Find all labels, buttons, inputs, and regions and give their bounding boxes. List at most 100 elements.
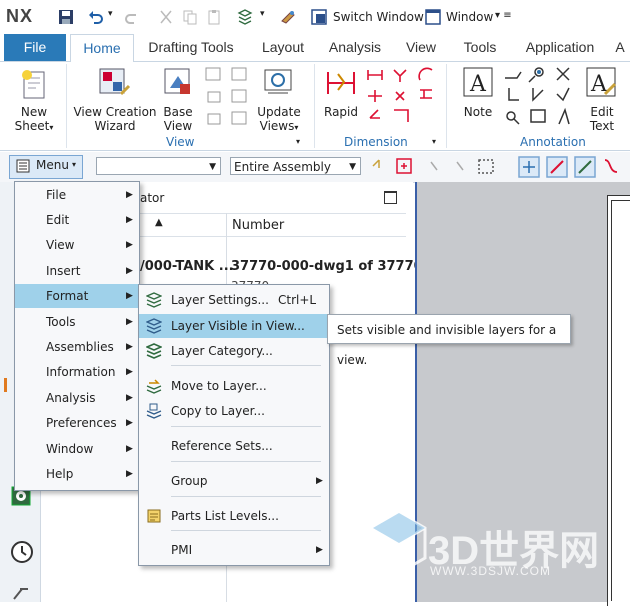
menu-item-file[interactable]: File ▶ [15,183,139,207]
menu-icon [16,159,32,173]
new-sheet-icon[interactable] [18,68,50,100]
base-view-button[interactable]: Base View [160,105,196,133]
menu-item-layer-settings[interactable]: Layer Settings... Ctrl+L [139,288,329,312]
menu-item-analysis[interactable]: Analysis ▶ [15,386,139,410]
rapid-dimension-icon[interactable] [326,70,356,96]
menu-item-parts-list-levels[interactable]: Parts List Levels... [139,504,329,528]
base-view-label-2: View [163,119,193,133]
menu-item-assemblies[interactable]: Assemblies ▶ [15,335,139,359]
menu-separator [171,426,321,427]
tab-layout[interactable]: Layout [254,34,312,61]
dimension-tools-icon[interactable] [366,66,442,130]
selection-tools-icon[interactable] [369,156,625,178]
window-menu-button[interactable]: Window [446,10,493,24]
menu-item-reference-sets[interactable]: Reference Sets... [139,434,329,458]
layer-visible-label: Layer Visible in View... [171,319,305,333]
undo-dropdown-icon[interactable]: ▾ [108,9,124,25]
resource-bar-tool-icon[interactable] [12,585,32,604]
edit-text-label-1: Edit [590,105,614,119]
view-creation-wizard-button[interactable]: View Creation Wizard [72,105,158,133]
switch-window-icon[interactable] [311,9,327,25]
snap-icon[interactable] [280,9,296,25]
scope-dropdown-icon: ▼ [349,162,356,172]
submenu-arrow-icon: ▶ [126,317,133,327]
history-clock-icon[interactable] [10,540,34,567]
annotation-tools-icon[interactable] [503,66,577,132]
menu-item-tools[interactable]: Tools ▶ [15,310,139,334]
new-sheet-button[interactable]: New Sheet▾ [8,105,60,135]
tab-file[interactable]: File [4,34,66,61]
new-sheet-label-1: New [20,105,48,119]
menu-item-insert[interactable]: Insert ▶ [15,259,139,283]
navigator-row-name[interactable]: /000-TANK ... [140,259,234,274]
note-button[interactable]: Note [460,105,496,119]
sort-ascending-icon[interactable]: ▲ [155,217,163,228]
menu-item-window[interactable]: Window ▶ [15,437,139,461]
submenu-arrow-icon: ▶ [126,190,133,200]
type-filter-dropdown-icon: ▼ [209,162,216,172]
navigator-row-number[interactable]: 37770-000-dwg1 of 37770 [231,259,423,274]
edit-text-label-2: Text [589,119,615,133]
submenu-arrow-icon: ▶ [126,266,133,276]
undo-icon[interactable] [88,9,104,25]
type-filter-combo[interactable]: ▼ [96,157,221,175]
menu-item-information[interactable]: Information ▶ [15,360,139,384]
menu-item-help[interactable]: Help ▶ [15,462,139,486]
menu-item-move-to-layer[interactable]: Move to Layer... [139,374,329,398]
layer-tool-icon[interactable] [237,9,253,25]
tab-home[interactable]: Home [70,34,134,63]
submenu-arrow-icon: ▶ [126,240,133,250]
menu-item-copy-to-layer[interactable]: Copy to Layer... [139,399,329,423]
view-creation-wizard-label-1: View Creation [73,105,157,119]
parts-list-levels-icon [146,508,162,524]
menu-item-group[interactable]: Group ▶ [139,469,329,493]
cut-icon[interactable] [158,9,174,25]
menu-item-layer-category[interactable]: Layer Category... [139,339,329,363]
window-dropdown-icon[interactable]: ▾ ≡ [495,10,512,21]
base-view-icon[interactable] [162,66,194,98]
dimension-group-expand-icon[interactable]: ▾ [432,137,436,146]
redo-icon[interactable] [124,9,140,25]
tab-view[interactable]: View [400,34,442,61]
edit-text-icon[interactable]: A [585,66,617,98]
layer-category-label: Layer Category... [171,344,273,358]
update-views-button[interactable]: Update Views▾ [254,105,304,135]
tab-analysis[interactable]: Analysis [322,34,388,61]
layer-dropdown-icon[interactable]: ▾ [260,9,276,25]
base-view-label-1: Base [163,105,193,119]
tab-tools[interactable]: Tools [455,34,505,61]
move-to-layer-label: Move to Layer... [171,379,267,393]
maximize-icon[interactable] [384,191,397,204]
tab-drafting-tools[interactable]: Drafting Tools [140,34,242,61]
switch-window-button[interactable]: Switch Window [333,10,424,24]
parts-list-levels-label: Parts List Levels... [171,509,279,523]
update-views-icon[interactable] [262,66,294,98]
menu-item-view[interactable]: View ▶ [15,233,139,257]
column-header-number[interactable]: Number [232,218,284,233]
note-icon[interactable]: A [462,66,494,98]
window-icon[interactable] [425,9,441,25]
tooltip: Sets visible and invisible layers for a … [327,314,571,367]
view-group-expand-icon[interactable]: ▾ [296,137,300,146]
menu-item-assemblies-label: Assemblies [46,340,114,354]
rapid-button[interactable]: Rapid [322,105,360,119]
pmi-label: PMI [171,543,193,557]
projected-view-icon[interactable] [204,66,256,130]
copy-icon[interactable] [182,9,198,25]
edit-text-button[interactable]: Edit Text [584,105,620,133]
paste-icon[interactable] [206,9,222,25]
menu-item-layer-visible-in-view[interactable]: Layer Visible in View... [139,314,327,338]
view-creation-wizard-label-2: Wizard [94,119,136,133]
tab-more[interactable]: A [610,34,630,61]
menu-item-pmi[interactable]: PMI ▶ [139,538,329,562]
copy-to-layer-icon [146,403,162,419]
tab-application[interactable]: Application [516,34,604,61]
view-creation-wizard-icon[interactable] [97,66,131,100]
menu-item-format[interactable]: Format ▶ [15,284,139,308]
layer-settings-label: Layer Settings... [171,293,269,307]
save-icon[interactable] [58,9,74,25]
menu-item-edit[interactable]: Edit ▶ [15,208,139,232]
menu-item-preferences[interactable]: Preferences ▶ [15,411,139,435]
menu-item-preferences-label: Preferences [46,416,117,430]
scope-combo[interactable]: Entire Assembly ▼ [230,157,361,175]
